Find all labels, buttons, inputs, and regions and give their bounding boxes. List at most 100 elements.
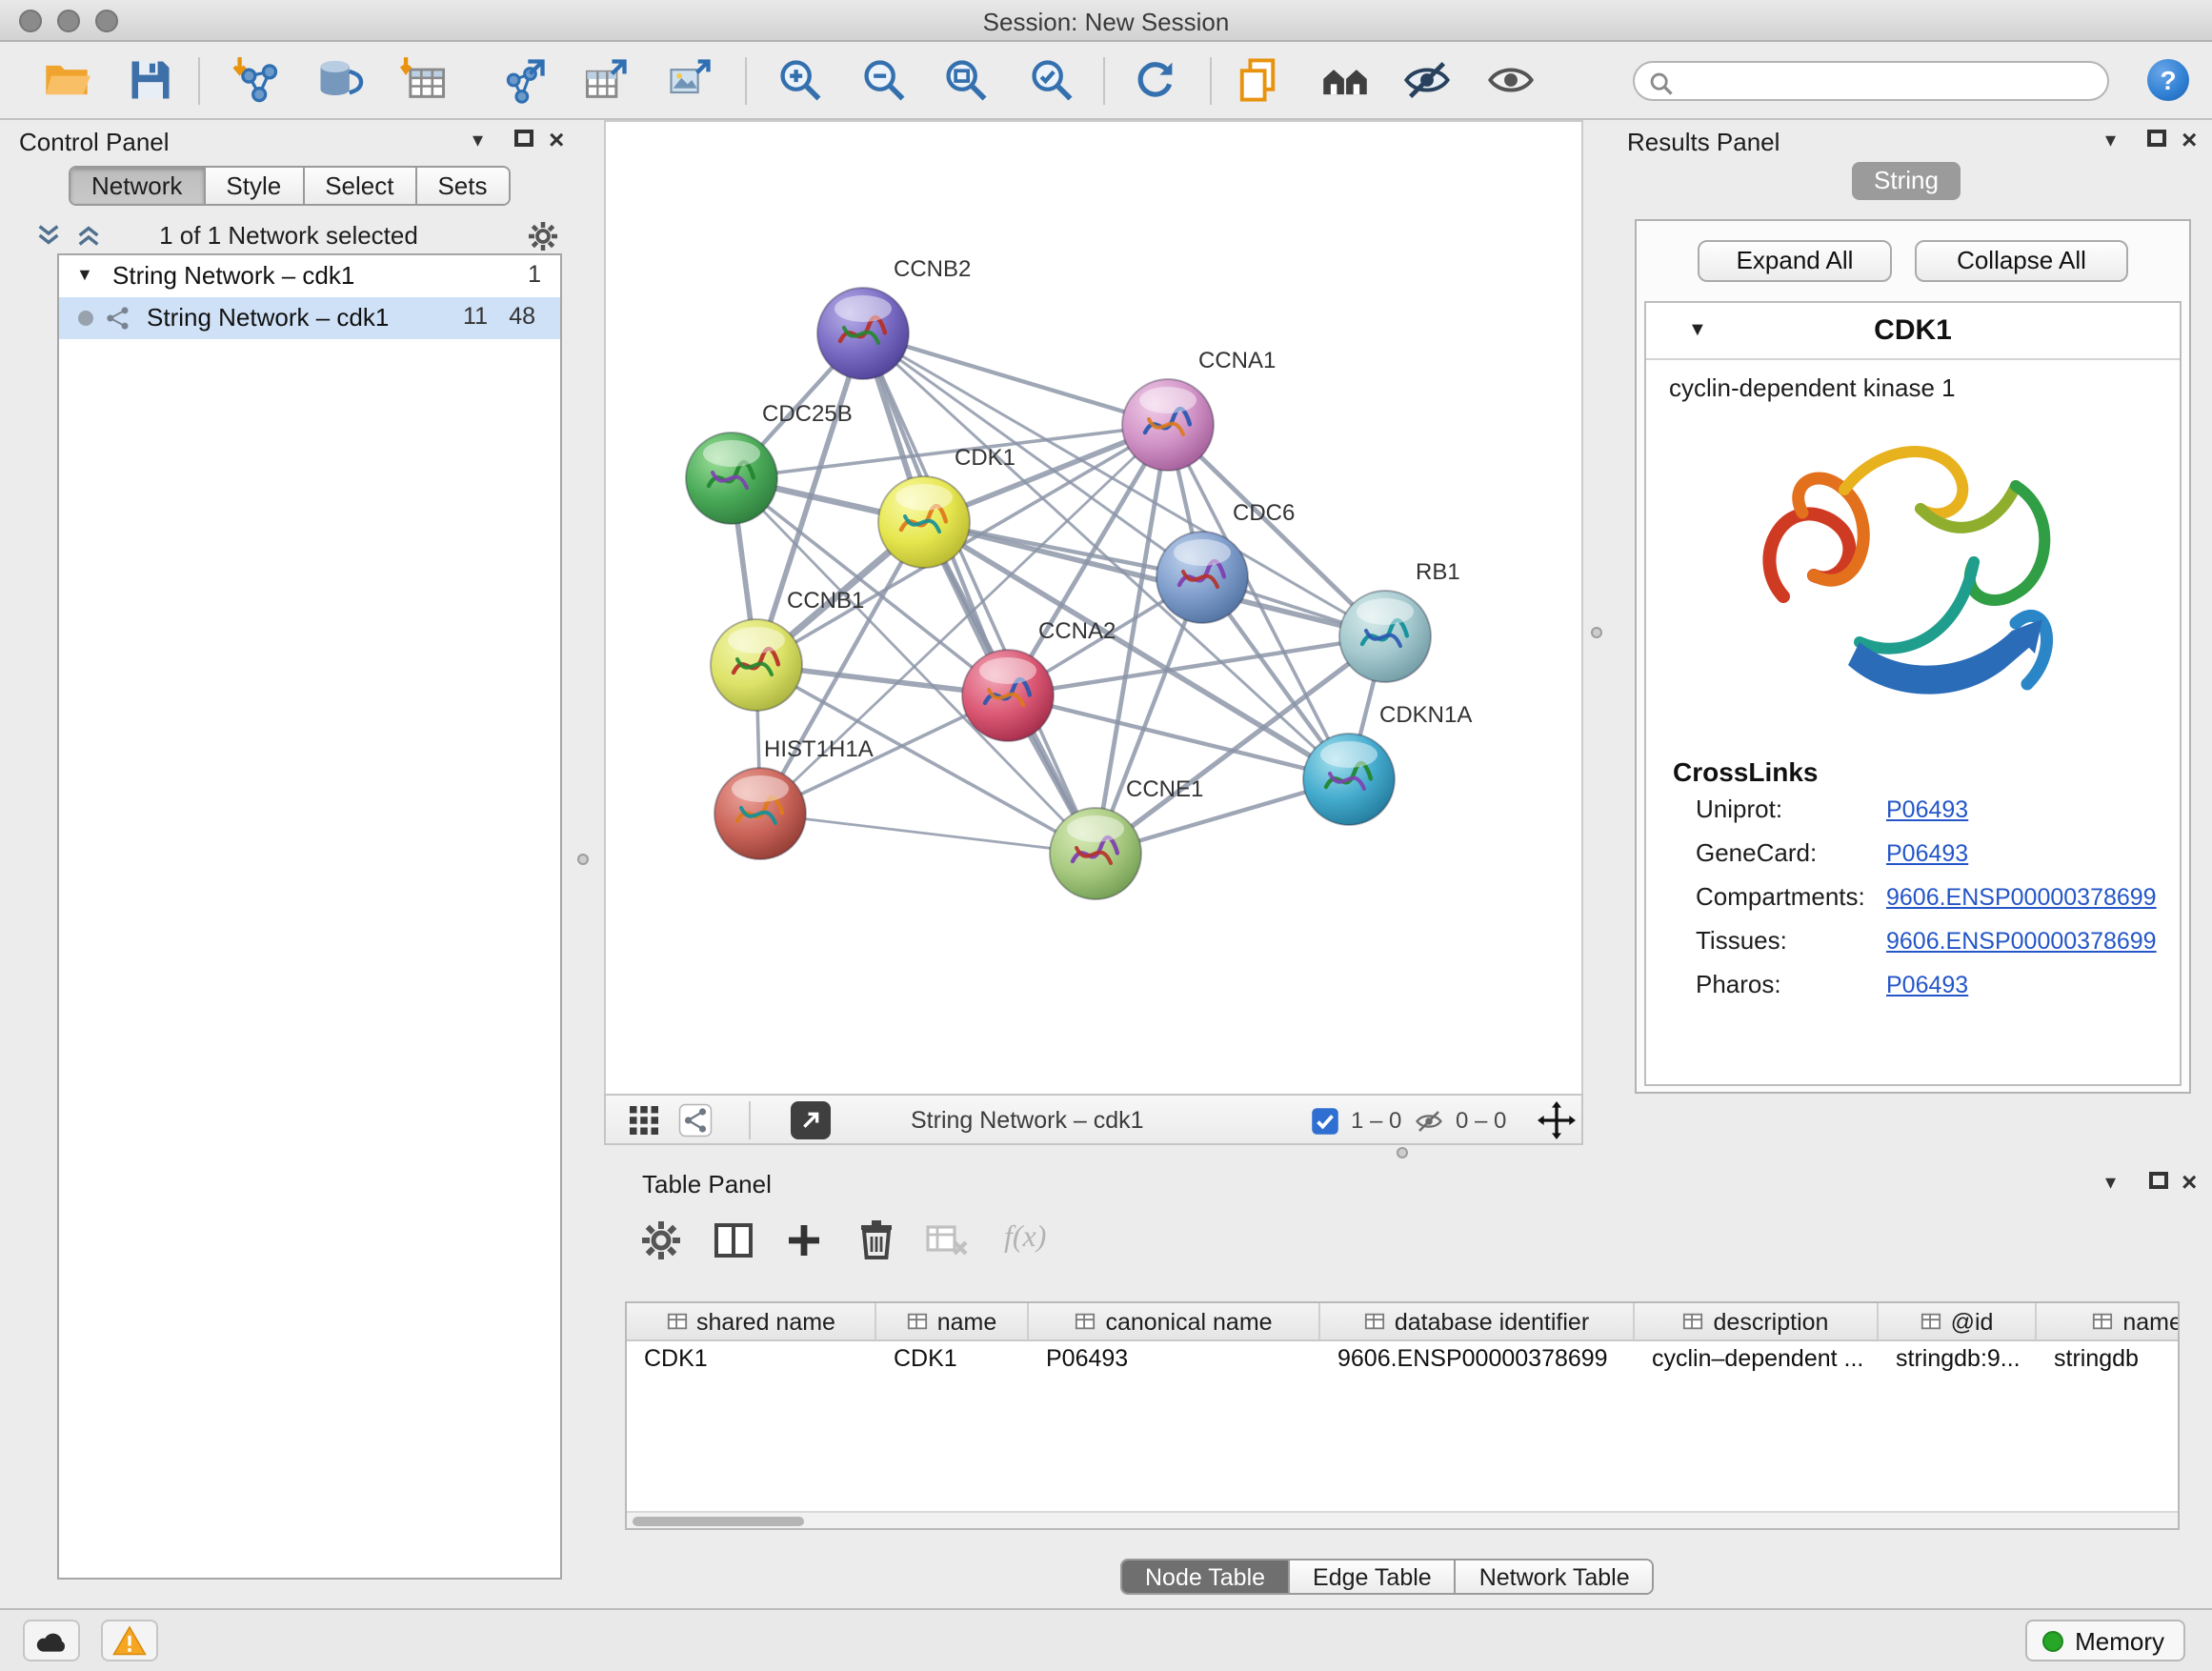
tab-edge-table[interactable]: Edge Table xyxy=(1290,1560,1457,1593)
tab-sets[interactable]: Sets xyxy=(416,168,508,204)
table-horizontal-scrollbar[interactable] xyxy=(627,1511,2178,1528)
panel-float-icon[interactable] xyxy=(2147,130,2166,147)
table-cell[interactable]: 9606.ENSP00000378699 xyxy=(1320,1341,1635,1379)
search-input[interactable] xyxy=(1680,65,2096,97)
crosslink-link[interactable]: 9606.ENSP00000378699 xyxy=(1886,928,2157,955)
table-header-cell[interactable]: name xyxy=(876,1303,1029,1339)
tab-select[interactable]: Select xyxy=(304,168,416,204)
open-external-icon[interactable] xyxy=(791,1101,831,1139)
table-row[interactable]: CDK1CDK1P064939606.ENSP00000378699cyclin… xyxy=(627,1341,2178,1379)
network-node[interactable] xyxy=(962,650,1054,741)
crosslink-link[interactable]: 9606.ENSP00000378699 xyxy=(1886,884,2157,911)
tab-string[interactable]: String xyxy=(1852,162,1961,200)
save-session-icon[interactable] xyxy=(126,55,175,105)
network-edge[interactable] xyxy=(924,522,1385,636)
network-node[interactable] xyxy=(711,619,802,711)
panel-menu-icon[interactable]: ▾ xyxy=(2105,130,2116,152)
table-header-cell[interactable]: description xyxy=(1635,1303,1879,1339)
zoom-out-icon[interactable] xyxy=(859,55,909,105)
share-network-icon[interactable] xyxy=(678,1103,713,1137)
tab-network[interactable]: Network xyxy=(70,168,205,204)
export-network-icon[interactable] xyxy=(499,55,549,105)
network-node[interactable] xyxy=(1156,532,1248,623)
panel-float-icon[interactable] xyxy=(2149,1172,2168,1189)
panel-float-icon[interactable] xyxy=(514,130,533,147)
memory-button[interactable]: Memory xyxy=(2025,1620,2185,1661)
network-edge[interactable] xyxy=(760,814,1096,854)
gear-icon[interactable] xyxy=(526,219,560,253)
network-node[interactable] xyxy=(714,768,806,859)
crosslink-link[interactable]: P06493 xyxy=(1886,972,1968,998)
import-network-database-icon[interactable] xyxy=(314,55,364,105)
copy-document-icon[interactable] xyxy=(1233,55,1282,105)
crosslink-link[interactable]: P06493 xyxy=(1886,796,1968,823)
warnings-button[interactable] xyxy=(101,1620,158,1661)
select-columns-icon[interactable] xyxy=(711,1218,756,1263)
import-network-file-icon[interactable] xyxy=(232,55,282,105)
hide-graphics-details-icon[interactable] xyxy=(1402,55,1452,105)
network-node[interactable] xyxy=(1122,379,1214,471)
zoom-in-icon[interactable] xyxy=(775,55,825,105)
tab-network-table[interactable]: Network Table xyxy=(1457,1560,1653,1593)
table-cell[interactable]: P06493 xyxy=(1029,1341,1320,1379)
table-cell[interactable]: CDK1 xyxy=(627,1341,876,1379)
zoom-fit-icon[interactable] xyxy=(941,55,991,105)
network-node[interactable] xyxy=(1050,808,1141,899)
tab-node-table[interactable]: Node Table xyxy=(1122,1560,1290,1593)
help-icon[interactable]: ? xyxy=(2147,59,2189,101)
table-header-cell[interactable]: namespace xyxy=(2037,1303,2180,1339)
table-cell[interactable]: cyclin–dependent ... xyxy=(1635,1341,1879,1379)
node-card-header[interactable]: ▼ CDK1 xyxy=(1646,303,2180,360)
tab-style[interactable]: Style xyxy=(205,168,304,204)
table-cell[interactable]: stringdb xyxy=(2037,1341,2180,1379)
network-node[interactable] xyxy=(817,288,909,379)
expand-all-button[interactable]: Expand All xyxy=(1698,240,1892,282)
panel-close-icon[interactable]: × xyxy=(2182,1170,2197,1193)
table-header-cell[interactable]: @id xyxy=(1879,1303,2037,1339)
crosslink-link[interactable]: P06493 xyxy=(1886,840,1968,867)
table-settings-gear-icon[interactable] xyxy=(638,1218,684,1263)
network-node[interactable] xyxy=(1303,734,1395,825)
grid-icon[interactable] xyxy=(627,1103,661,1137)
network-edge[interactable] xyxy=(863,333,1096,854)
network-row[interactable]: String Network – cdk1 11 48 xyxy=(59,297,560,339)
scrollbar-thumb[interactable] xyxy=(633,1517,804,1526)
horizontal-splitter-handle[interactable] xyxy=(1397,1147,1408,1158)
search-field[interactable] xyxy=(1633,61,2109,101)
table-cell[interactable]: stringdb:9... xyxy=(1879,1341,2037,1379)
export-image-icon[interactable] xyxy=(665,55,714,105)
tree-expander-icon[interactable]: ▼ xyxy=(76,265,93,284)
table-cell[interactable]: CDK1 xyxy=(876,1341,1029,1379)
left-splitter-handle[interactable] xyxy=(577,854,589,865)
houses-icon[interactable] xyxy=(1320,55,1370,105)
add-column-icon[interactable] xyxy=(781,1218,827,1263)
pan-crosshair-icon[interactable] xyxy=(1538,1101,1576,1139)
collapse-all-icon[interactable] xyxy=(34,221,63,250)
network-node[interactable] xyxy=(686,433,777,524)
delete-table-icon[interactable] xyxy=(924,1218,970,1263)
export-table-icon[interactable] xyxy=(581,55,631,105)
network-canvas[interactable]: CCNB2CCNA1CDC25BCDK1CDC6RB1CCNB1CCNA2CDK… xyxy=(604,120,1583,1094)
zoom-selected-icon[interactable] xyxy=(1027,55,1076,105)
hidden-eye-slash-icon[interactable] xyxy=(1414,1107,1444,1136)
network-node[interactable] xyxy=(878,476,970,568)
show-graphics-details-icon[interactable] xyxy=(1486,55,1536,105)
panel-close-icon[interactable]: × xyxy=(2182,128,2197,151)
cloud-button[interactable] xyxy=(23,1620,80,1661)
panel-close-icon[interactable]: × xyxy=(549,128,564,151)
panel-menu-icon[interactable]: ▾ xyxy=(473,130,483,152)
panel-menu-icon[interactable]: ▾ xyxy=(2105,1172,2116,1195)
table-header-cell[interactable]: shared name xyxy=(627,1303,876,1339)
table-header-cell[interactable]: database identifier xyxy=(1320,1303,1635,1339)
collapse-all-button[interactable]: Collapse All xyxy=(1915,240,2128,282)
collapse-section-icon[interactable]: ▼ xyxy=(1688,320,1707,341)
function-builder-icon[interactable]: f(x) xyxy=(1004,1221,1046,1256)
table-header-cell[interactable]: canonical name xyxy=(1029,1303,1320,1339)
import-table-file-icon[interactable] xyxy=(400,55,450,105)
network-edge[interactable] xyxy=(863,333,1168,425)
network-node[interactable] xyxy=(1339,591,1431,682)
network-collection-row[interactable]: ▼ String Network – cdk1 1 xyxy=(59,255,560,297)
open-session-icon[interactable] xyxy=(42,55,91,105)
selected-checkbox-icon[interactable] xyxy=(1311,1107,1339,1136)
delete-column-icon[interactable] xyxy=(854,1218,899,1263)
